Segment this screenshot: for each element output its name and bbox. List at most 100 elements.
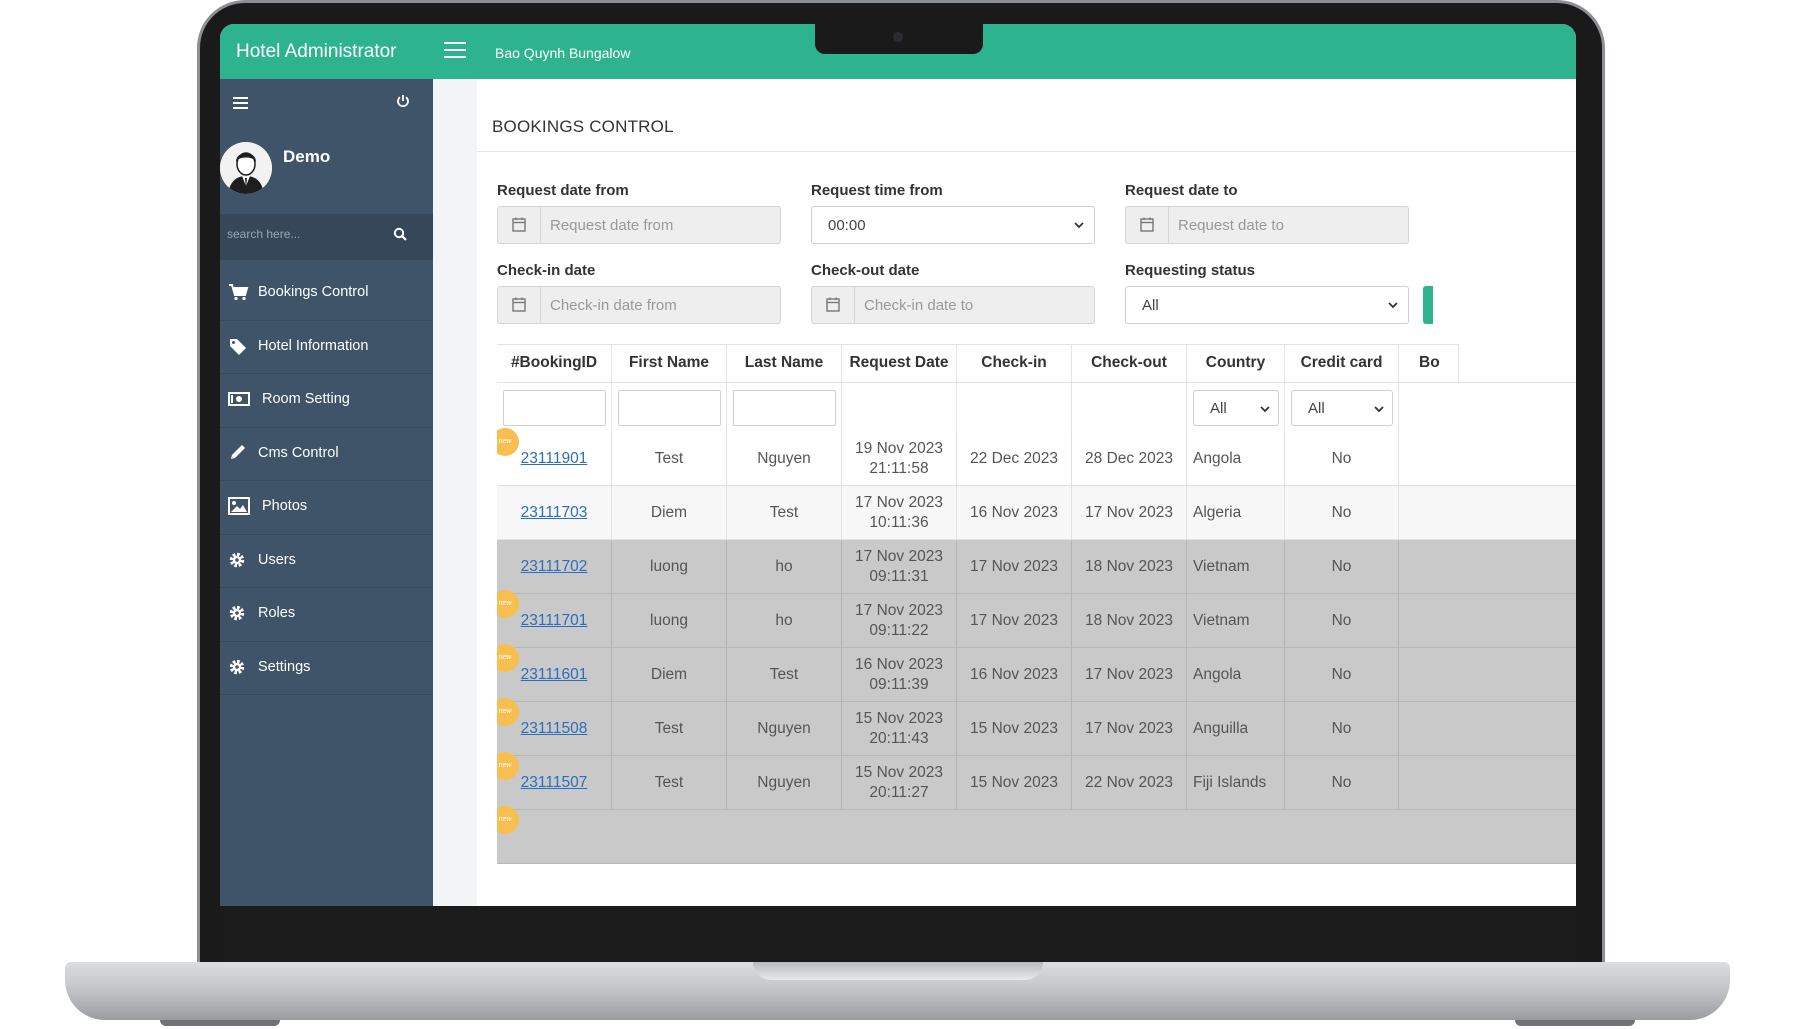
request-date-from-input[interactable] (548, 216, 772, 235)
booking-id-link[interactable]: 23111703 (521, 503, 588, 523)
request-date-cell: 17 Nov 2023 10:11:36 (842, 486, 957, 540)
booking-id-link[interactable]: 23111508 (521, 719, 588, 739)
laptop-foot (160, 1020, 280, 1026)
checkout-date-field[interactable] (811, 286, 1095, 324)
sidebar-item-room-setting[interactable]: Room Setting (220, 374, 433, 428)
sidebar-search (220, 214, 433, 260)
header-bo[interactable]: Bo (1399, 344, 1459, 382)
laptop-foot (1515, 1020, 1635, 1026)
booking-id-link[interactable]: 23111601 (521, 665, 588, 685)
search-input[interactable] (225, 226, 389, 242)
last-name-filter[interactable] (733, 390, 836, 426)
booking-id-link[interactable]: 23111507 (521, 773, 588, 793)
header-checkin[interactable]: Check-in (957, 344, 1072, 382)
country-filter-select[interactable]: All (1193, 390, 1279, 426)
header-credit-card[interactable]: Credit card (1285, 344, 1399, 382)
checkin-date-input[interactable] (548, 296, 772, 315)
checkin-cell: 15 Nov 2023 (957, 756, 1072, 810)
table-row[interactable]: new (497, 806, 1576, 864)
credit-card-cell: No (1285, 432, 1399, 486)
sidebar-menu-icon[interactable] (233, 97, 248, 112)
checkout-cell: 18 Nov 2023 (1072, 540, 1187, 594)
table-row[interactable]: new 23111601 Diem Test 16 Nov 2023 09:11:… (497, 644, 1576, 702)
header-checkout[interactable]: Check-out (1072, 344, 1187, 382)
checkin-date-label: Check-in date (497, 262, 596, 279)
first-name-cell: Test (612, 756, 727, 810)
request-date-cell: 19 Nov 2023 21:11:58 (842, 432, 957, 486)
country-cell: Angola (1187, 432, 1285, 486)
search-icon[interactable] (393, 227, 407, 241)
pencil-icon (231, 444, 245, 459)
table-row[interactable]: new 23111508 Test Nguyen 15 Nov 2023 20:1… (497, 698, 1576, 756)
booking-id-link[interactable]: 23111901 (521, 449, 588, 469)
sidebar-item-hotel-information[interactable]: Hotel Information (220, 321, 433, 374)
country-cell: Fiji Islands (1187, 756, 1285, 810)
request-date-from-field[interactable] (497, 206, 781, 244)
sidebar-item-cms-control[interactable]: Cms Control (220, 428, 433, 481)
request-time-from-label: Request time from (811, 182, 943, 199)
menu-toggle-icon[interactable] (444, 42, 466, 62)
checkout-date-input[interactable] (862, 296, 1086, 315)
screen: Hotel Administrator Bao Quynh Bungalow D… (220, 24, 1576, 906)
table-row[interactable]: new 23111507 Test Nguyen 15 Nov 2023 20:1… (497, 752, 1576, 810)
credit-card-cell: No (1285, 594, 1399, 648)
power-icon[interactable] (396, 94, 410, 112)
header-request-date[interactable]: Request Date (842, 344, 957, 382)
sidebar-item-photos[interactable]: Photos (220, 481, 433, 535)
credit-card-cell: No (1285, 486, 1399, 540)
last-name-cell: Nguyen (727, 756, 842, 810)
sidebar-item-roles[interactable]: Roles (220, 588, 433, 642)
header-booking-id[interactable]: #BookingID (497, 344, 612, 382)
checkout-cell: 22 Nov 2023 (1072, 756, 1187, 810)
request-date-to-field[interactable] (1125, 206, 1409, 244)
booking-id-link[interactable]: 23111701 (521, 611, 588, 631)
header-first-name[interactable]: First Name (612, 344, 727, 382)
base-notch (753, 962, 1043, 980)
new-badge: new (497, 806, 519, 834)
sidebar-item-label: Users (258, 551, 296, 568)
last-name-cell: ho (727, 540, 842, 594)
last-name-cell: Nguyen (727, 702, 842, 756)
sidebar: Demo Bookings Control Hotel Information … (220, 79, 433, 906)
table-row[interactable]: new 23111701 luong ho 17 Nov 2023 09:11:2… (497, 590, 1576, 648)
table-row[interactable]: 23111702 luong ho 17 Nov 2023 09:11:31 17… (497, 540, 1576, 594)
app-title[interactable]: Hotel Administrator (236, 41, 397, 63)
sidebar-item-label: Bookings Control (258, 284, 369, 300)
tag-icon (230, 338, 246, 355)
avatar (220, 142, 272, 194)
search-button[interactable] (1423, 286, 1433, 324)
sidebar-item-users[interactable]: Users (220, 535, 433, 588)
booking-id-filter[interactable] (503, 390, 606, 426)
booking-id-link[interactable]: 23111702 (521, 557, 588, 577)
credit-card-filter-select[interactable]: All (1291, 390, 1393, 426)
sidebar-item-label: Photos (262, 498, 308, 514)
table-row[interactable]: new 23111901 Test Nguyen 19 Nov 2023 21:1… (497, 428, 1576, 486)
checkin-cell: 17 Nov 2023 (957, 540, 1072, 594)
request-date-cell: 16 Nov 2023 09:11:39 (842, 648, 957, 702)
gear-icon (229, 605, 245, 621)
requesting-status-select[interactable]: All (1125, 286, 1409, 324)
header-country[interactable]: Country (1187, 344, 1285, 382)
checkin-cell: 17 Nov 2023 (957, 594, 1072, 648)
calendar-icon (512, 297, 526, 312)
request-date-from-label: Request date from (497, 182, 629, 199)
requesting-status-value: All (1142, 297, 1159, 314)
checkout-cell: 28 Dec 2023 (1072, 432, 1187, 486)
checkin-date-field[interactable] (497, 286, 781, 324)
sidebar-item-bookings-control[interactable]: Bookings Control (220, 267, 433, 321)
bookings-table: #BookingID First Name Last Name Request … (497, 344, 1576, 881)
camera-notch (815, 24, 983, 54)
hotel-name[interactable]: Bao Quynh Bungalow (495, 45, 630, 61)
sidebar-item-label: Cms Control (258, 444, 339, 461)
header-last-name[interactable]: Last Name (727, 344, 842, 382)
image-icon (228, 497, 250, 515)
country-cell: Vietnam (1187, 540, 1285, 594)
request-date-to-input[interactable] (1176, 216, 1400, 235)
checkin-cell: 16 Nov 2023 (957, 648, 1072, 702)
country-filter-value: All (1210, 400, 1227, 417)
table-row[interactable]: 23111703 Diem Test 17 Nov 2023 10:11:36 1… (497, 486, 1576, 540)
request-time-from-select[interactable]: 00:00 (811, 206, 1095, 244)
sidebar-menu: Bookings Control Hotel Information Room … (220, 267, 433, 695)
sidebar-item-settings[interactable]: Settings (220, 642, 433, 695)
first-name-filter[interactable] (618, 390, 721, 426)
